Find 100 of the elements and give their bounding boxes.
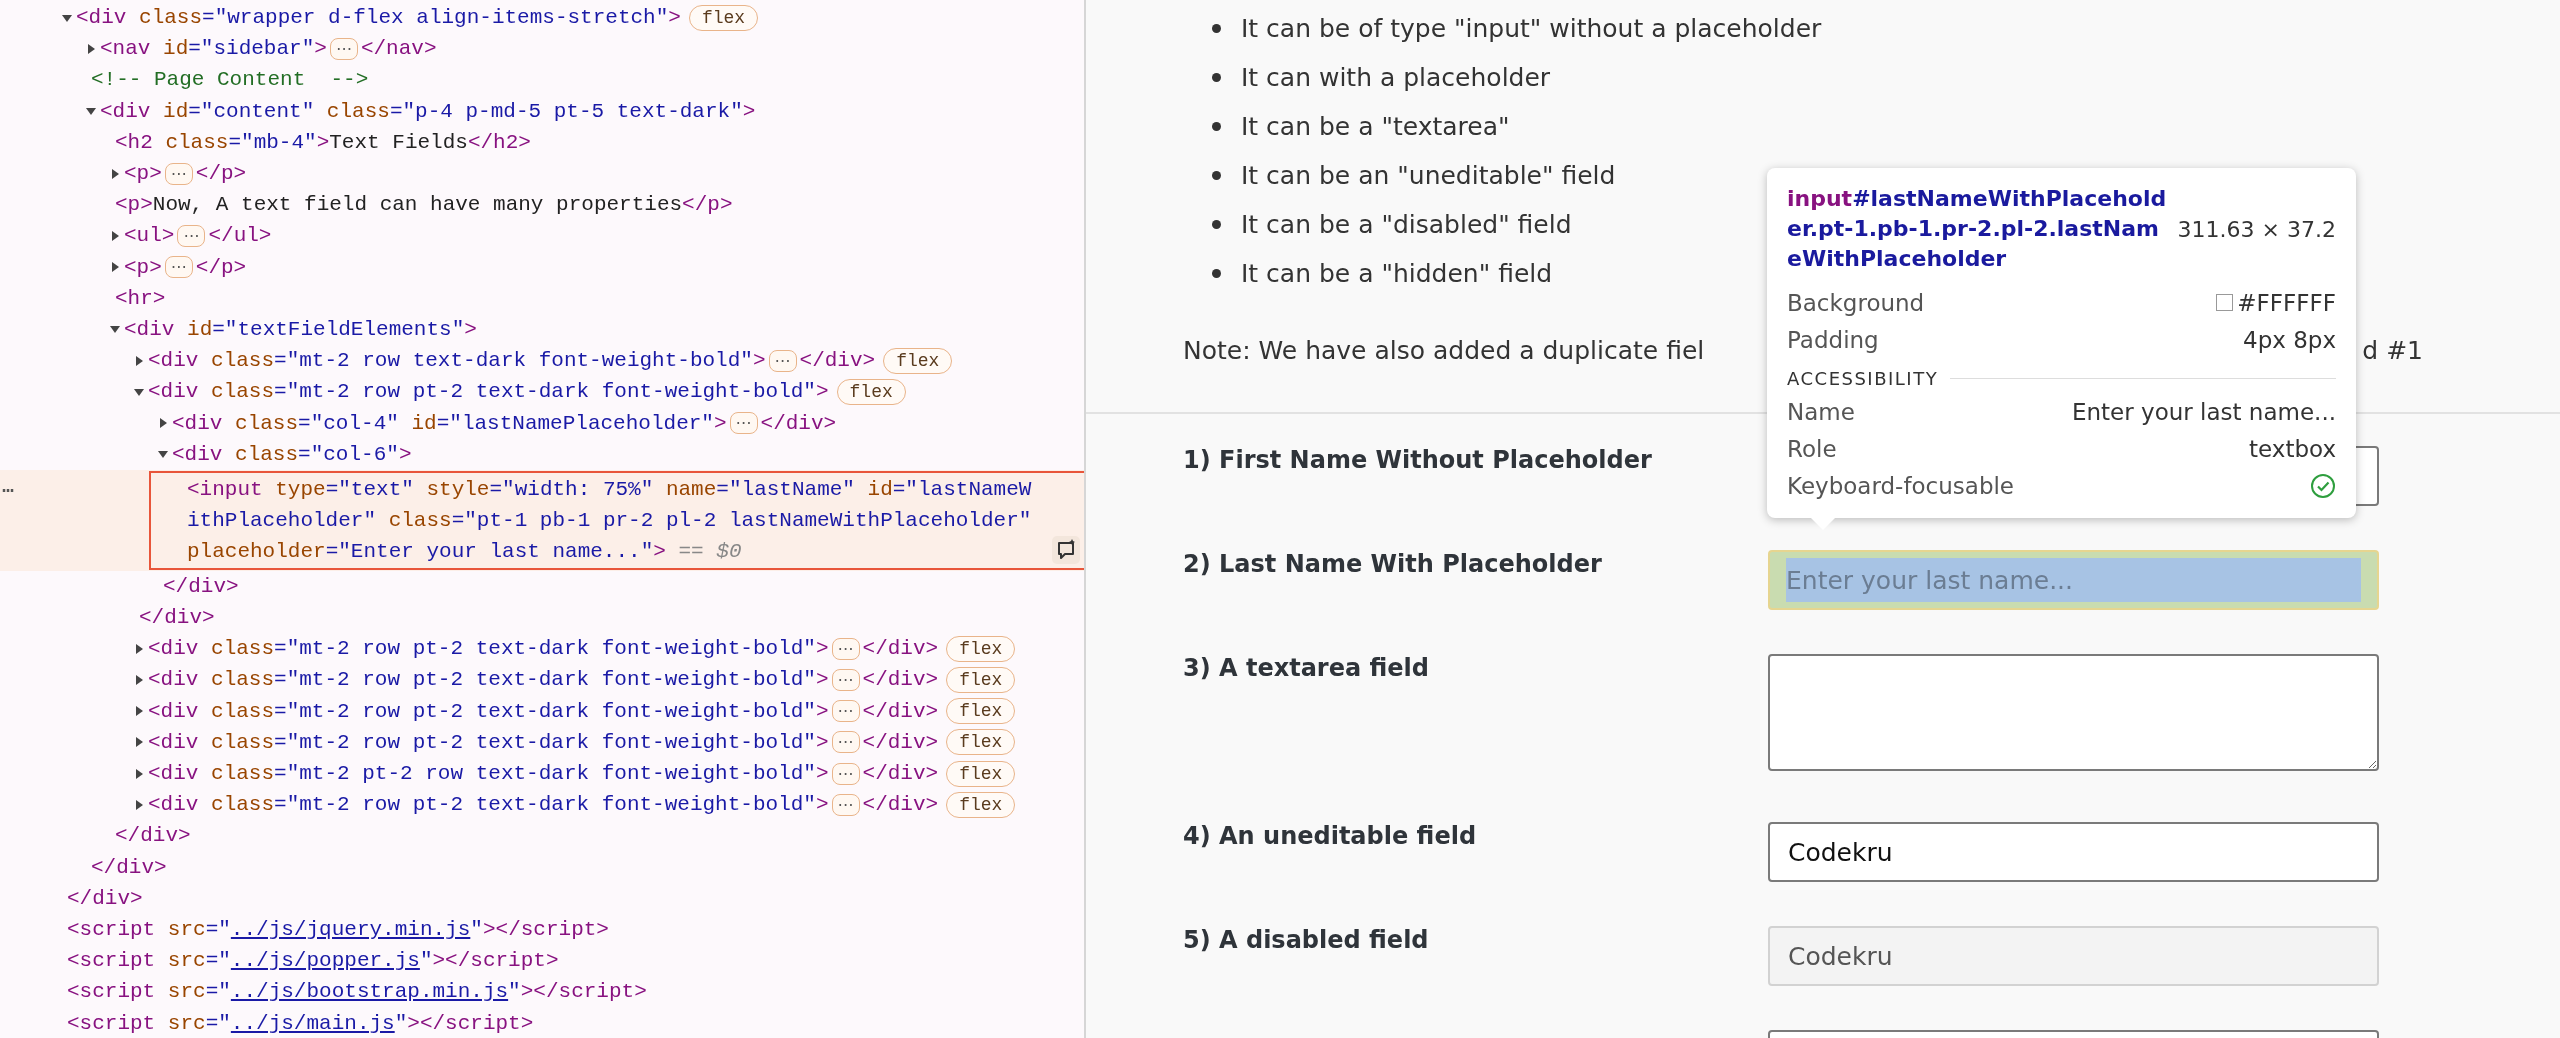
note-text: d #1 bbox=[2362, 335, 2423, 367]
caret-right-icon[interactable] bbox=[86, 43, 96, 54]
code-text: </div> bbox=[862, 762, 939, 786]
flex-badge[interactable]: flex bbox=[946, 666, 1016, 693]
list-item: It can be an "uneditable" field bbox=[1241, 161, 1616, 190]
flex-badge[interactable]: flex bbox=[883, 347, 953, 374]
ellipsis-button[interactable]: ⋯ bbox=[329, 37, 358, 60]
code-text: </div> bbox=[139, 606, 215, 630]
code-text: <div id="textFieldElements"> bbox=[124, 317, 477, 341]
caret-right-icon[interactable] bbox=[110, 262, 120, 273]
property-label: Name bbox=[1787, 398, 1855, 425]
caret-right-icon[interactable] bbox=[110, 230, 120, 241]
code-text: <div class="mt-2 row text-dark font-weight-bold"> bbox=[148, 349, 766, 373]
flex-badge[interactable]: flex bbox=[946, 791, 1016, 818]
caret-right-icon[interactable] bbox=[134, 355, 144, 366]
ellipsis-button[interactable]: ⋯ bbox=[831, 793, 860, 816]
caret-right-icon[interactable] bbox=[134, 674, 144, 685]
color-swatch-icon bbox=[2216, 294, 2234, 311]
file-link[interactable]: ../js/popper.js bbox=[230, 949, 420, 973]
bullet-icon bbox=[1212, 73, 1221, 82]
bullet-icon bbox=[1212, 220, 1221, 229]
code-text: <div id="content" class="p-4 p-md-5 pt-5 text-dark"> bbox=[100, 99, 756, 123]
list-item: It can be of type "input" without a placeholder bbox=[1241, 14, 1822, 43]
code-text: </ul> bbox=[208, 224, 272, 248]
property-label: Padding bbox=[1787, 326, 1879, 353]
code-text: </div> bbox=[91, 855, 167, 879]
code-text: <div class="mt-2 row pt-2 text-dark font-weight-bold"> bbox=[148, 699, 829, 723]
flex-badge[interactable]: flex bbox=[946, 760, 1016, 787]
field-label: 4) An uneditable field bbox=[1183, 821, 1477, 850]
code-text: <div class="mt-2 pt-2 row text-dark font-weight-bold"> bbox=[148, 762, 829, 786]
element-selector: input#lastNameWithPlaceholder.pt-1.pb-1.pr-2.pl-2.lastNameWithPlaceholder bbox=[1787, 185, 2167, 273]
file-link[interactable]: ../js/bootstrap.min.js bbox=[230, 980, 509, 1004]
code-text: </div> bbox=[115, 824, 191, 848]
code-text: <!-- Page Content --> bbox=[91, 68, 369, 92]
code-text: <div class="wrapper d-flex align-items-stretch"> bbox=[76, 6, 681, 30]
list-item: It can be a "hidden" field bbox=[1241, 259, 1553, 288]
caret-right-icon[interactable] bbox=[158, 418, 168, 429]
ellipsis-button[interactable]: ⋯ bbox=[768, 349, 797, 372]
ellipsis-button[interactable]: ⋯ bbox=[164, 162, 193, 185]
code-text: </div> bbox=[862, 637, 939, 661]
caret-down-icon[interactable] bbox=[134, 386, 144, 397]
input-field[interactable]: Codekru bbox=[1768, 822, 2379, 882]
ellipsis-button[interactable]: ⋯ bbox=[831, 762, 860, 785]
textarea-field[interactable] bbox=[1768, 654, 2379, 771]
caret-right-icon[interactable] bbox=[134, 706, 144, 717]
flex-badge[interactable]: flex bbox=[946, 635, 1016, 662]
code-text: </div> bbox=[862, 668, 939, 692]
list-item: It can be a "textarea" bbox=[1241, 112, 1510, 141]
code-text: <script src="../js/bootstrap.min.js"></script> bbox=[67, 980, 647, 1004]
ellipsis-button[interactable]: ⋯ bbox=[831, 731, 860, 754]
ellipsis-button[interactable]: ⋯ bbox=[177, 224, 206, 247]
chat-sparkle-icon[interactable] bbox=[1052, 535, 1080, 564]
flex-badge[interactable]: flex bbox=[688, 4, 759, 31]
code-text: <input type="text" style="width: 75%" name="lastName" id="lastNameWithPlaceholder" class="pt-1 pb-1 pr-2 pl-2 lastNameWithPlaceholder" placeholder="Enter your last name..."> == $0 bbox=[187, 477, 1033, 563]
flex-badge[interactable]: flex bbox=[836, 378, 906, 405]
caret-right-icon[interactable] bbox=[110, 168, 120, 179]
code-text: <div class="mt-2 row pt-2 text-dark font-weight-bold"> bbox=[148, 668, 829, 692]
ellipsis-button[interactable]: ⋯ bbox=[831, 668, 860, 691]
ellipsis-button[interactable]: ⋯ bbox=[831, 637, 860, 660]
caret-right-icon[interactable] bbox=[134, 768, 144, 779]
ellipsis-button[interactable]: ⋯ bbox=[831, 700, 860, 723]
code-text: <ul> bbox=[124, 224, 175, 248]
list-item: It can be a "disabled" field bbox=[1241, 210, 1572, 239]
property-value: #FFFFFF bbox=[2237, 289, 2336, 316]
caret-down-icon[interactable] bbox=[110, 324, 120, 335]
code-text: <div class="mt-2 row pt-2 text-dark font-weight-bold"> bbox=[148, 730, 829, 754]
property-value: 4px 8px bbox=[2243, 326, 2336, 353]
code-text: <div class="col-4" id="lastNamePlaceholder"> bbox=[172, 411, 727, 435]
bullet-icon bbox=[1212, 24, 1221, 33]
code-text: </p> bbox=[195, 255, 247, 279]
code-text: <p> bbox=[124, 255, 162, 279]
bullet-icon bbox=[1212, 171, 1221, 180]
code-text: <p>Now, A text field can have many properties</p> bbox=[115, 193, 733, 217]
note-text: Note: We have also added a duplicate fiel bbox=[1183, 335, 1705, 367]
caret-down-icon[interactable] bbox=[86, 106, 96, 117]
flex-badge[interactable]: flex bbox=[946, 698, 1016, 725]
caret-right-icon[interactable] bbox=[134, 799, 144, 810]
caret-down-icon[interactable] bbox=[62, 12, 72, 23]
field-label: 1) First Name Without Placeholder bbox=[1183, 445, 1652, 474]
flex-badge[interactable]: flex bbox=[946, 729, 1016, 756]
file-link[interactable]: ../js/main.js bbox=[230, 1011, 395, 1035]
caret-right-icon[interactable] bbox=[134, 737, 144, 748]
caret-right-icon[interactable] bbox=[134, 643, 144, 654]
code-text: </div> bbox=[862, 793, 939, 817]
field-label: 3) A textarea field bbox=[1183, 653, 1429, 682]
ellipsis-button[interactable]: ⋯ bbox=[729, 412, 758, 435]
section-heading: ACCESSIBILITY bbox=[1787, 368, 1939, 389]
property-label: Role bbox=[1787, 435, 1837, 462]
bullet-icon bbox=[1212, 122, 1221, 131]
selected-row[interactable]: ⋯ <input type="text" style="width: 75%" name="lastName" id="lastNameWithPlaceholder" class="pt-1 pb-1 pr-2 pl-2 lastNameWithPlaceholder" placeholder="Enter your last name..."> == $0 bbox=[0, 469, 1084, 571]
code-text: </nav> bbox=[360, 37, 437, 61]
code-text: </div> bbox=[760, 411, 837, 435]
field-label: 2) Last Name With Placeholder bbox=[1183, 549, 1602, 578]
code-text: <div class="mt-2 row pt-2 text-dark font-weight-bold"> bbox=[148, 637, 829, 661]
code-text: <div class="col-6"> bbox=[172, 442, 412, 466]
row-menu-button[interactable]: ⋯ bbox=[2, 477, 15, 503]
code-text: </div> bbox=[862, 699, 939, 723]
ellipsis-button[interactable]: ⋯ bbox=[164, 256, 193, 279]
file-link[interactable]: ../js/jquery.min.js bbox=[230, 917, 471, 941]
caret-down-icon[interactable] bbox=[158, 449, 168, 460]
